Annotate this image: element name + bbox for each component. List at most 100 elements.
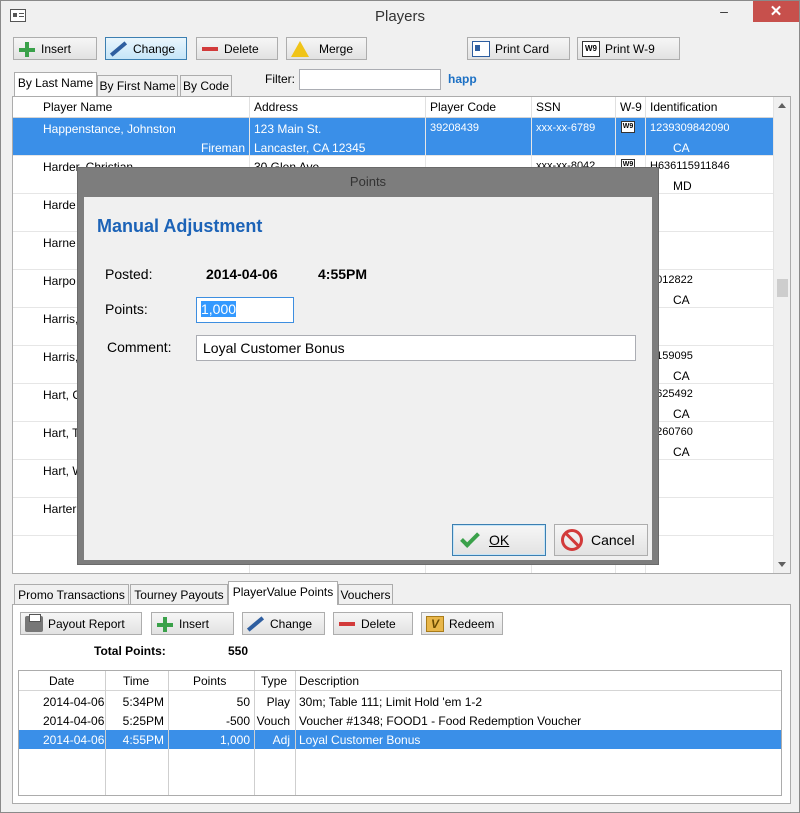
col-address[interactable]: Address <box>254 100 298 114</box>
print-card-button[interactable]: Print Card <box>467 37 570 60</box>
col-time[interactable]: Time <box>123 674 149 688</box>
col-player-name[interactable]: Player Name <box>43 100 112 114</box>
points-input[interactable]: 1,000 <box>196 297 294 323</box>
table-row[interactable]: Happenstance, Johnston Fireman 123 Main St… <box>13 118 773 156</box>
points-cell-type: Adj <box>272 733 290 747</box>
delete-label: Delete <box>224 41 259 56</box>
id-card-icon <box>472 40 490 57</box>
comment-input[interactable]: Loyal Customer Bonus <box>196 335 636 361</box>
minus-icon <box>338 616 356 632</box>
cell-id2: CA <box>673 369 690 383</box>
col-identification[interactable]: Identification <box>650 100 717 114</box>
print-w9-button[interactable]: W9 Print W-9 <box>577 37 680 60</box>
filter-hint: happ <box>448 72 477 86</box>
posted-time: 4:55PM <box>318 266 368 282</box>
cell-name: Harter <box>43 502 77 516</box>
points-cell-type: Play <box>266 695 290 709</box>
cancel-button[interactable]: Cancel <box>554 524 648 556</box>
points-cell-date: 2014-04-06 <box>43 695 105 709</box>
change-button[interactable]: Change <box>105 37 187 60</box>
dialog-body: Manual Adjustment Posted: 2014-04-06 4:5… <box>84 197 652 560</box>
redeem-button[interactable]: V Redeem <box>421 612 503 635</box>
points-row[interactable]: 2014-04-06 5:34PM 50 Play 30m; Table 111; Li… <box>19 692 781 711</box>
pencil-icon <box>247 616 265 632</box>
cell-name: Happenstance, Johnston <box>43 122 176 136</box>
w9-form-icon: W9 <box>582 40 600 57</box>
close-button[interactable]: ✕ <box>753 1 799 22</box>
col-points[interactable]: Points <box>193 674 226 688</box>
tab-by-last-name[interactable]: By Last Name <box>14 72 97 96</box>
points-change-label: Change <box>270 616 313 631</box>
payout-report-button[interactable]: Payout Report <box>20 612 142 635</box>
filter-label: Filter: <box>265 72 295 86</box>
ok-label: OK <box>489 532 510 548</box>
cell-id1: 1239309842090 <box>650 122 730 134</box>
cell-name: Harde <box>43 198 76 212</box>
points-dialog: Points Manual Adjustment Posted: 2014-04… <box>77 167 659 565</box>
cell-ssn: xxx-xx-6789 <box>536 122 596 134</box>
col-w9[interactable]: W-9 <box>620 100 642 114</box>
cell-id2: CA <box>673 141 690 155</box>
col-ssn[interactable]: SSN <box>536 100 561 114</box>
tab-promo-transactions[interactable]: Promo Transactions <box>14 584 129 605</box>
w9-icon: W9 <box>621 121 635 133</box>
filter-input[interactable] <box>299 69 441 90</box>
redeem-label: Redeem <box>449 616 495 631</box>
plus-icon <box>18 41 36 57</box>
tab-by-code[interactable]: By Code <box>180 75 232 96</box>
print-card-label: Print Card <box>495 41 550 56</box>
cell-id2: CA <box>673 445 690 459</box>
cell-id1: H636115911846 <box>650 160 730 172</box>
points-delete-button[interactable]: Delete <box>333 612 413 635</box>
col-description[interactable]: Description <box>299 674 359 688</box>
col-type[interactable]: Type <box>261 674 287 688</box>
delete-button[interactable]: Delete <box>196 37 278 60</box>
scroll-up-arrow-icon[interactable] <box>778 103 786 108</box>
minimize-button[interactable]: – <box>709 1 739 23</box>
points-insert-label: Insert <box>179 616 210 631</box>
title-bar: Players – ✕ <box>1 1 799 32</box>
cell-occupation: Fireman <box>200 141 245 155</box>
change-label: Change <box>133 41 176 56</box>
points-cell-points: 50 <box>236 695 250 709</box>
tab-playervalue-points[interactable]: PlayerValue Points <box>228 581 338 605</box>
points-cell-time: 5:34PM <box>122 695 164 709</box>
pencil-icon <box>110 41 128 57</box>
points-cell-date: 2014-04-06 <box>43 733 105 747</box>
voucher-icon: V <box>426 615 444 632</box>
cell-addr1: 123 Main St. <box>254 122 322 136</box>
grid-scrollbar[interactable] <box>773 97 790 573</box>
grid-header: Player Name Address Player Code SSN W-9 … <box>13 97 773 118</box>
points-change-button[interactable]: Change <box>242 612 325 635</box>
cell-name: Harne <box>43 236 76 250</box>
cell-id2: CA <box>673 293 690 307</box>
col-player-code[interactable]: Player Code <box>430 100 496 114</box>
cell-name: Hart, C <box>43 388 82 402</box>
col-date[interactable]: Date <box>49 674 74 688</box>
merge-button[interactable]: Merge <box>286 37 367 60</box>
points-grid[interactable]: Date Time Points Type Description 2014-0… <box>18 670 782 796</box>
tab-vouchers[interactable]: Vouchers <box>338 584 393 605</box>
tab-by-first-name[interactable]: By First Name <box>97 75 178 96</box>
insert-button[interactable]: Insert <box>13 37 97 60</box>
merge-label: Merge <box>319 41 354 56</box>
tab-tourney-payouts[interactable]: Tourney Payouts <box>130 584 228 605</box>
dialog-title: Points <box>349 174 387 189</box>
scrollbar-thumb[interactable] <box>777 279 788 297</box>
points-row[interactable]: 2014-04-06 4:55PM 1,000 Adj Loyal Customer B… <box>19 730 781 749</box>
minus-icon <box>201 41 219 57</box>
payout-report-label: Payout Report <box>48 616 125 631</box>
points-cell-desc: Voucher #1348; FOOD1 - Food Redemption V… <box>299 714 582 728</box>
scroll-down-arrow-icon[interactable] <box>778 562 786 567</box>
dialog-heading: Manual Adjustment <box>97 216 263 236</box>
points-insert-button[interactable]: Insert <box>151 612 234 635</box>
cell-code: 39208439 <box>430 122 479 134</box>
checkmark-icon <box>460 528 480 548</box>
points-row[interactable]: 2014-04-06 5:25PM -500 Vouch Voucher #1348; … <box>19 711 781 730</box>
cell-addr2: Lancaster, CA 12345 <box>254 141 366 155</box>
print-w9-label: Print W-9 <box>605 41 655 56</box>
warning-icon <box>291 40 309 57</box>
insert-label: Insert <box>41 41 72 56</box>
ok-button[interactable]: OK <box>452 524 546 556</box>
points-cell-desc: 30m; Table 111; Limit Hold 'em 1-2 <box>299 695 483 709</box>
